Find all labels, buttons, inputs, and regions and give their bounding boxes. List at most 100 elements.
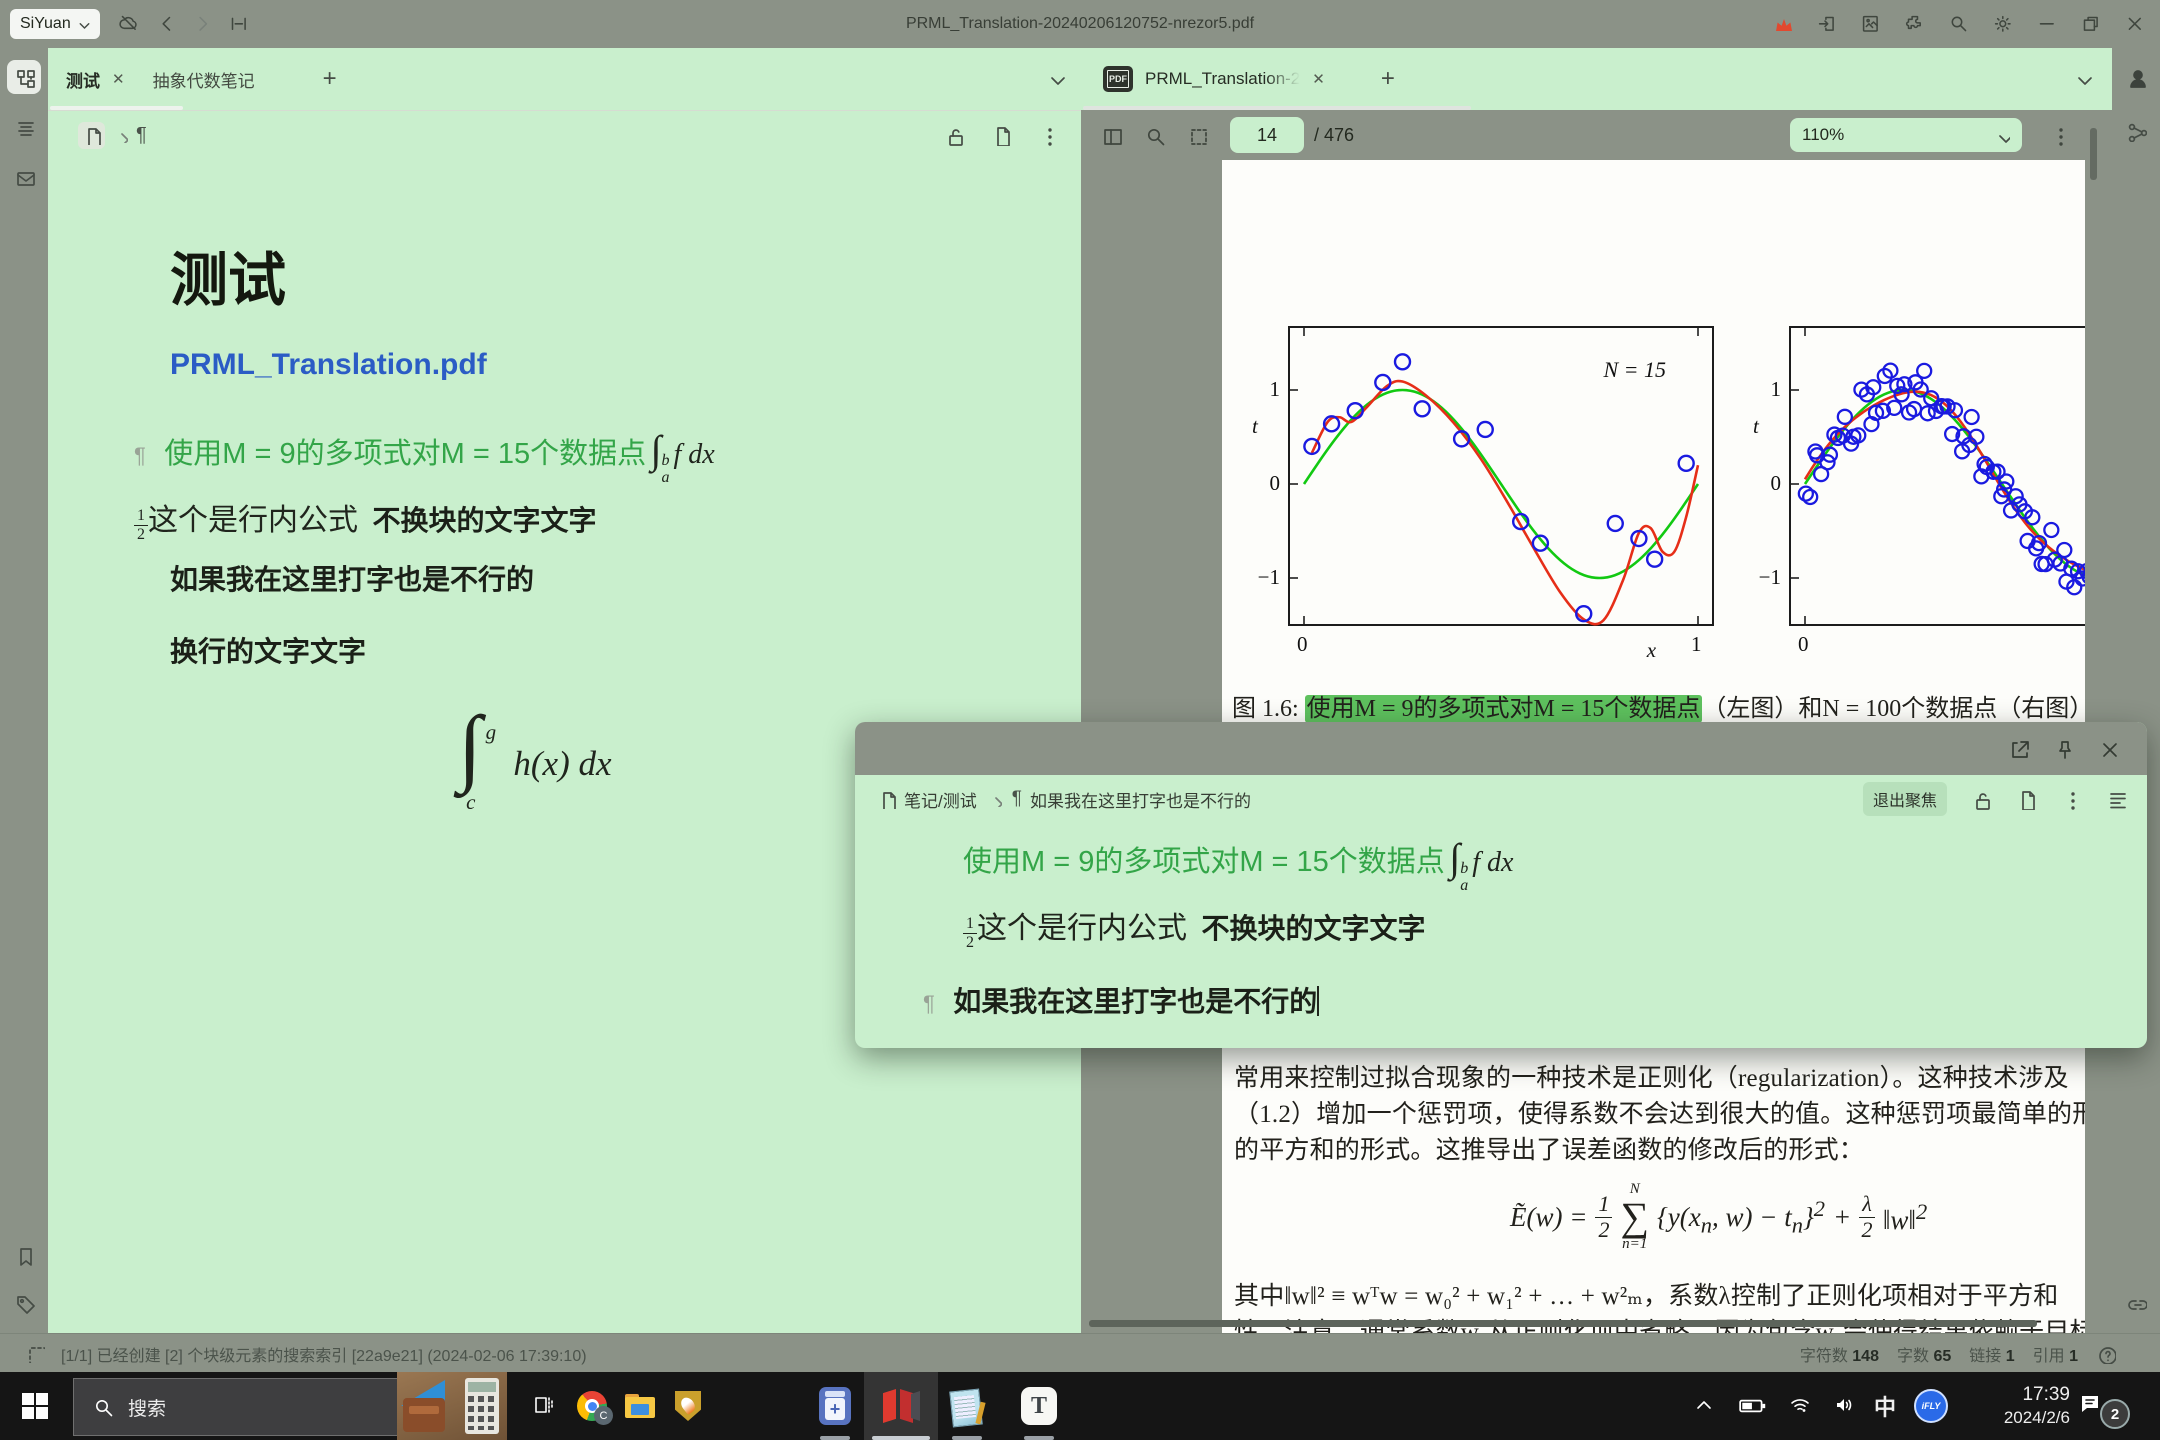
paragraph-block-1[interactable]: ¶ 使用M = 9的多项式对M = 15个数据点 ∫ba f dx 12这个是行… [134, 430, 1014, 543]
workspace-menu-button[interactable]: SiYuan [10, 9, 100, 39]
start-button[interactable] [8, 1372, 62, 1440]
back-icon[interactable] [156, 13, 178, 35]
taskbar-search[interactable]: 搜索 [73, 1378, 415, 1436]
typora-app[interactable]: T [1010, 1372, 1068, 1440]
page-number-input[interactable] [1230, 117, 1304, 153]
active-pdf-app[interactable] [864, 1372, 938, 1440]
tab-ceshi[interactable]: 测试 ✕ [52, 67, 139, 92]
popup-titlebar[interactable] [855, 722, 2147, 775]
chrome-app[interactable]: C [568, 1372, 616, 1440]
tray-clock[interactable]: 17:39 2024/2/6 [1966, 1372, 2070, 1440]
frac-top: 1 [134, 507, 148, 526]
tray-network[interactable] [1788, 1372, 1830, 1440]
breadcrumb-paragraph[interactable]: ¶ [136, 124, 147, 147]
tab-algebra-notes[interactable]: 抽象代数笔记 [139, 67, 269, 92]
text-caret [1317, 986, 1319, 1016]
inline-math-1[interactable]: ∫ba f dx [651, 450, 715, 467]
tab-menu-chevron-icon[interactable] [2073, 69, 2094, 90]
file-icon[interactable] [991, 125, 1012, 146]
file-explorer-app[interactable] [616, 1372, 664, 1440]
tray-expand[interactable] [1692, 1372, 1732, 1440]
inline-fraction[interactable]: 12 [134, 507, 148, 543]
tab-pdf[interactable]: PDF PRML_Translation-2 ✕ [1089, 66, 1339, 92]
notes-app[interactable]: + [806, 1372, 864, 1440]
plugin-icon[interactable] [1904, 13, 1926, 35]
search-placeholder: 搜索 [128, 1394, 166, 1421]
breadcrumb-doc-path[interactable]: 笔记/测试 [904, 787, 977, 812]
pdf-sidebar-toggle-icon[interactable] [1101, 125, 1122, 146]
vip-crown-icon[interactable] [1772, 13, 1794, 35]
pdf-horizontal-scrollbar[interactable] [1089, 1320, 2037, 1327]
notification-center[interactable]: 2 [2078, 1372, 2148, 1440]
login-icon[interactable] [1816, 13, 1838, 35]
chrome-icon: C [577, 1391, 607, 1421]
breadcrumb-doc[interactable] [78, 122, 105, 149]
readonly-unlock-icon[interactable] [1971, 789, 1992, 810]
open-in-new-icon[interactable] [2008, 738, 2029, 759]
paragraph-block-2[interactable]: 如果我在这里打字也是不行的 [170, 558, 534, 598]
window-titlebar: SiYuan PRML_Translation-20240206120752-n… [0, 0, 2160, 48]
cloud-off-icon[interactable] [118, 13, 140, 35]
new-tab-button[interactable]: + [1365, 65, 1411, 93]
tab-menu-chevron-icon[interactable] [1046, 69, 1067, 90]
pin-icon[interactable] [2053, 738, 2074, 759]
dock-tag-button[interactable] [7, 1286, 41, 1320]
more-menu-icon[interactable] [2061, 789, 2082, 810]
tray-volume[interactable] [1832, 1372, 1874, 1440]
search-icon[interactable] [1948, 13, 1970, 35]
tray-battery[interactable] [1738, 1372, 1782, 1440]
minimize-icon[interactable] [2036, 13, 2058, 35]
document-icon [82, 126, 101, 145]
taskbar-widget-thumbnail[interactable] [397, 1372, 507, 1440]
breadcrumb-paragraph[interactable]: 如果我在这里打字也是不行的 [1030, 787, 1251, 812]
pdf-vertical-scrollbar[interactable] [2090, 128, 2097, 180]
pdf-marquee-zoom-icon[interactable] [1187, 125, 1208, 146]
more-menu-icon[interactable] [1038, 125, 1059, 146]
dock-bookmark-button[interactable] [7, 1238, 41, 1272]
inline-math-1[interactable]: ∫ba f dx [1449, 858, 1513, 875]
math-block[interactable]: ∫ g c h(x) dx [458, 696, 612, 813]
dock-backlink-button[interactable] [2119, 1286, 2153, 1320]
export-image-icon[interactable] [1860, 13, 1882, 35]
pdf-search-icon[interactable] [1144, 125, 1165, 146]
new-tab-button[interactable]: + [307, 65, 353, 93]
security-app[interactable] [664, 1372, 712, 1440]
notepad-app[interactable] [938, 1372, 996, 1440]
close-icon[interactable] [2124, 13, 2146, 35]
readonly-unlock-icon[interactable] [944, 125, 965, 146]
dock-outline-button[interactable] [7, 110, 41, 144]
dock-graph-button[interactable] [2119, 114, 2153, 148]
bookkeeping-picture [397, 1372, 507, 1440]
tray-ime-indicator[interactable]: 中 [1874, 1372, 1914, 1440]
tab-to-window-icon[interactable] [228, 13, 250, 35]
gutter-pilcrow[interactable]: ¶ [134, 443, 146, 468]
dock-filetree-button[interactable] [7, 60, 41, 94]
exit-focus-button[interactable]: 退出聚焦 [1863, 782, 1947, 816]
close-icon[interactable] [2098, 738, 2119, 759]
paragraph-block-3[interactable]: 换行的文字文字 [170, 630, 366, 670]
integral-lower: a [662, 470, 670, 487]
tray-ifly-input[interactable]: iFLY [1914, 1372, 1958, 1440]
inline-fraction[interactable]: 12 [963, 915, 977, 951]
theme-mode-icon[interactable] [1992, 13, 2014, 35]
pdf-asset-link[interactable]: PRML_Translation.pdf [170, 348, 487, 382]
tab-close-icon[interactable]: ✕ [112, 70, 125, 88]
help-icon[interactable] [2096, 1344, 2116, 1364]
zoom-select[interactable]: 110% [1790, 118, 2022, 152]
block-preview-popup[interactable]: 笔记/测试 ¶ 如果我在这里打字也是不行的 退出聚焦 使用M = 9的多项式对M… [855, 722, 2147, 1048]
file-icon[interactable] [2016, 789, 2037, 810]
doc-title[interactable]: 测试 [170, 233, 286, 317]
dock-account-button[interactable] [2119, 60, 2153, 94]
dock-inbox-button[interactable] [7, 160, 41, 194]
forward-icon[interactable] [192, 13, 214, 35]
tab-close-icon[interactable]: ✕ [1312, 70, 1325, 88]
pdf-more-menu-icon[interactable] [2049, 125, 2070, 146]
popup-paragraph-2[interactable]: ¶ 如果我在这里打字也是不行的 [923, 980, 1319, 1020]
align-outline-icon[interactable] [2106, 789, 2127, 810]
popup-paragraph-1[interactable]: 使用M = 9的多项式对M = 15个数据点 ∫ba f dx 12这个是行内公… [963, 838, 2113, 951]
task-view-button[interactable] [520, 1372, 568, 1440]
eq-frac2-top: λ [1859, 1192, 1875, 1217]
green-span: 使用M = 9的多项式对M = 15个数据点 [963, 846, 1445, 878]
search-icon [92, 1396, 114, 1418]
maximize-icon[interactable] [2080, 13, 2102, 35]
